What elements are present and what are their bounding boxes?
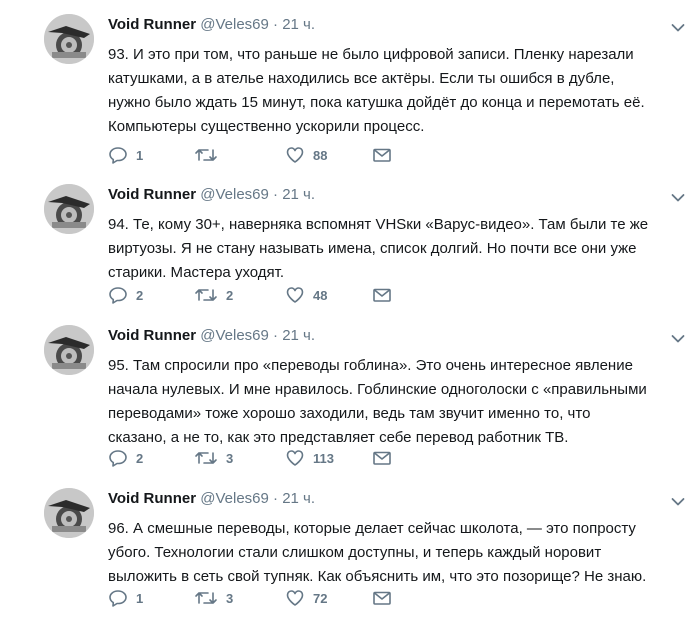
reply-count: 1	[136, 590, 144, 606]
author-name[interactable]: Void Runner	[108, 16, 196, 33]
retweet-icon	[194, 285, 218, 305]
author-handle[interactable]: @Veles69	[200, 490, 269, 507]
tweet-text-line: 95. Там спросили про «переводы гоблина».…	[108, 357, 633, 374]
like-icon	[285, 448, 305, 468]
reply-button[interactable]: 1	[108, 586, 143, 610]
tweet-text-line: переводами» тоже хорошо заходили, ведь т…	[108, 405, 591, 422]
like-button[interactable]: 113	[285, 446, 334, 470]
envelope-icon	[372, 588, 392, 608]
like-count: 113	[313, 450, 334, 466]
tweet-header: Void Runner @Veles69 · 21 ч.	[108, 490, 315, 507]
retweet-button[interactable]: 3	[194, 586, 233, 610]
like-icon	[285, 285, 305, 305]
tweet-text-line: виртуозы. Я не стану называть имена, спи…	[108, 240, 637, 257]
author-name[interactable]: Void Runner	[108, 490, 196, 507]
tweet-text-line: 96. А смешные переводы, которые делает с…	[108, 520, 636, 537]
retweet-button[interactable]: 3	[194, 446, 233, 470]
like-icon	[285, 145, 305, 165]
tweet-text: 93. И это при том, что раньше не было ци…	[108, 43, 668, 139]
tweet-text: 94. Те, кому 30+, наверняка вспомнят VHS…	[108, 213, 668, 285]
chevron-down-icon[interactable]	[671, 331, 685, 343]
reply-icon	[108, 588, 128, 608]
avatar[interactable]	[44, 488, 94, 538]
reply-button[interactable]: 2	[108, 446, 143, 470]
timestamp[interactable]: 21 ч.	[282, 490, 315, 507]
tweet-header: Void Runner @Veles69 · 21 ч.	[108, 16, 315, 33]
retweet-button[interactable]: 2	[194, 283, 233, 307]
author-handle[interactable]: @Veles69	[200, 186, 269, 203]
tweet-text-line: 93. И это при том, что раньше не было ци…	[108, 46, 634, 63]
direct-message-button[interactable]	[372, 283, 392, 307]
like-button[interactable]: 48	[285, 283, 327, 307]
timestamp[interactable]: 21 ч.	[282, 327, 315, 344]
reply-count: 2	[136, 450, 144, 466]
retweet-icon	[194, 588, 218, 608]
like-icon	[285, 588, 305, 608]
direct-message-button[interactable]	[372, 586, 392, 610]
tweet-text-line: 94. Те, кому 30+, наверняка вспомнят VHS…	[108, 216, 649, 233]
tweet-thread: Void Runner @Veles69 · 21 ч. 93. И это п…	[0, 0, 700, 624]
envelope-icon	[372, 145, 392, 165]
reply-icon	[108, 448, 128, 468]
tweet-text-line: начала нулевых. И мне нравилось. Гоблинс…	[108, 381, 647, 398]
avatar[interactable]	[44, 325, 94, 375]
tweet-text-line: катушками, а в ателье находились все акт…	[108, 70, 615, 87]
chevron-down-icon[interactable]	[671, 494, 685, 506]
reply-icon	[108, 145, 128, 165]
retweet-count: 3	[226, 450, 234, 466]
tweet-text-line: убого. Технологии стали слишком доступны…	[108, 544, 602, 561]
like-count: 72	[313, 590, 328, 606]
retweet-count: 3	[226, 590, 234, 606]
separator-dot: ·	[273, 186, 279, 203]
retweet-count: 2	[226, 287, 234, 303]
direct-message-button[interactable]	[372, 143, 392, 167]
author-handle[interactable]: @Veles69	[200, 16, 269, 33]
timestamp[interactable]: 21 ч.	[282, 16, 315, 33]
separator-dot: ·	[273, 16, 279, 33]
retweet-icon	[194, 145, 218, 165]
tweet-text-line: старики. Мастера уходят.	[108, 264, 285, 281]
like-count: 88	[313, 147, 328, 163]
like-count: 48	[313, 287, 328, 303]
envelope-icon	[372, 285, 392, 305]
author-name[interactable]: Void Runner	[108, 186, 196, 203]
direct-message-button[interactable]	[372, 446, 392, 470]
tweet-text: 96. А смешные переводы, которые делает с…	[108, 517, 668, 589]
reply-count: 2	[136, 287, 144, 303]
tweet-text-line: нужно было ждать 15 минут, пока катушка …	[108, 94, 645, 111]
like-button[interactable]: 88	[285, 143, 327, 167]
separator-dot: ·	[273, 327, 279, 344]
reply-icon	[108, 285, 128, 305]
author-name[interactable]: Void Runner	[108, 327, 196, 344]
author-handle[interactable]: @Veles69	[200, 327, 269, 344]
retweet-button[interactable]	[194, 143, 226, 167]
chevron-down-icon[interactable]	[671, 20, 685, 32]
avatar[interactable]	[44, 184, 94, 234]
tweet-text: 95. Там спросили про «переводы гоблина».…	[108, 354, 668, 450]
reply-button[interactable]: 1	[108, 143, 143, 167]
chevron-down-icon[interactable]	[671, 190, 685, 202]
tweet-header: Void Runner @Veles69 · 21 ч.	[108, 327, 315, 344]
envelope-icon	[372, 448, 392, 468]
reply-count: 1	[136, 147, 144, 163]
reply-button[interactable]: 2	[108, 283, 143, 307]
like-button[interactable]: 72	[285, 586, 327, 610]
separator-dot: ·	[273, 490, 279, 507]
tweet-header: Void Runner @Veles69 · 21 ч.	[108, 186, 315, 203]
avatar[interactable]	[44, 14, 94, 64]
timestamp[interactable]: 21 ч.	[282, 186, 315, 203]
retweet-icon	[194, 448, 218, 468]
tweet-text-line: Компьютеры существенно ускорили процесс.	[108, 118, 425, 135]
